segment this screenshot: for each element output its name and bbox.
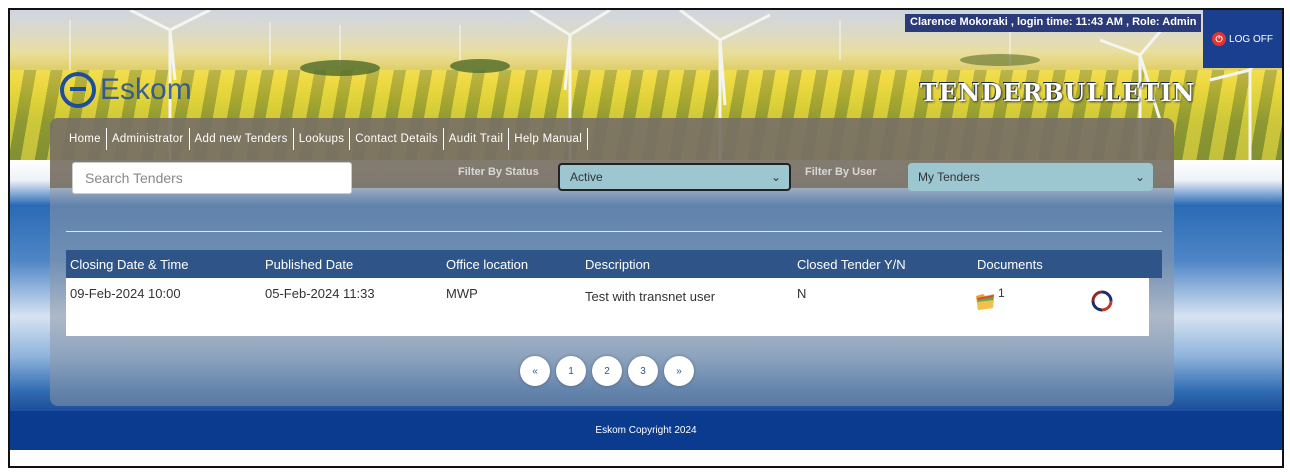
search-tenders-input[interactable] (72, 162, 352, 194)
nav-contact-details[interactable]: Contact Details (350, 128, 444, 150)
user-filter-value: My Tenders (918, 170, 980, 184)
page-title: TENDERBULLETIN (920, 78, 1196, 107)
divider (66, 231, 1162, 232)
user-filter-select[interactable]: My Tenders ⌄ (908, 163, 1153, 191)
refresh-icon[interactable] (1091, 290, 1113, 312)
table-row[interactable]: 09-Feb-2024 10:00 05-Feb-2024 11:33 MWP … (66, 278, 1149, 336)
main-nav: Home Administrator Add new Tenders Looku… (64, 124, 589, 154)
copyright-text: Eskom Copyright 2024 (595, 425, 697, 436)
nav-lookups[interactable]: Lookups (294, 128, 351, 150)
cell-published-date: 05-Feb-2024 11:33 (265, 286, 375, 301)
col-documents[interactable]: Documents (977, 257, 1043, 272)
cell-office-location: MWP (446, 286, 478, 301)
col-published-date[interactable]: Published Date (265, 257, 353, 272)
status-filter-value: Active (570, 170, 603, 184)
footer: Eskom Copyright 2024 (10, 408, 1282, 450)
logoff-label: LOG OFF (1229, 33, 1273, 45)
chevron-down-icon: ⌄ (770, 170, 781, 184)
filter-status-label: Filter By Status (458, 166, 539, 178)
nav-home[interactable]: Home (64, 128, 107, 150)
eskom-logo: Eskom (60, 72, 192, 108)
nav-add-new-tenders[interactable]: Add new Tenders (190, 128, 294, 150)
power-icon: ⏻ (1212, 32, 1227, 46)
col-office-location[interactable]: Office location (446, 257, 528, 272)
status-filter-select[interactable]: Active ⌄ (558, 163, 791, 191)
pagination: « 1 2 3 » (520, 356, 700, 386)
nav-audit-trail[interactable]: Audit Trail (444, 128, 510, 150)
cell-closing-date: 09-Feb-2024 10:00 (70, 286, 181, 301)
logoff-button[interactable]: ⏻ LOG OFF (1203, 10, 1282, 68)
user-session-info: Clarence Mokoraki , login time: 11:43 AM… (905, 14, 1202, 32)
logo-text: Eskom (100, 73, 192, 106)
nav-administrator[interactable]: Administrator (107, 128, 190, 150)
documents-count: 1 (998, 286, 1005, 300)
tenders-table: Closing Date & Time Published Date Offic… (66, 250, 1162, 336)
cell-description: Test with transnet user (585, 289, 716, 304)
cell-closed-tender: N (797, 286, 807, 301)
page-1-button[interactable]: 1 (556, 356, 586, 386)
page-3-button[interactable]: 3 (628, 356, 658, 386)
page-next-button[interactable]: » (664, 356, 694, 386)
page-2-button[interactable]: 2 (592, 356, 622, 386)
filter-user-label: Filter By User (805, 166, 877, 178)
col-description[interactable]: Description (585, 257, 650, 272)
folder-documents-icon[interactable] (974, 290, 996, 312)
app-frame: Eskom TENDERBULLETIN Clarence Mokoraki ,… (8, 8, 1284, 468)
nav-help-manual[interactable]: Help Manual (509, 128, 589, 150)
eskom-logo-icon (60, 72, 96, 108)
col-closed-tender[interactable]: Closed Tender Y/N (797, 257, 906, 272)
chevron-down-icon: ⌄ (1134, 170, 1145, 184)
page-prev-button[interactable]: « (520, 356, 550, 386)
table-header: Closing Date & Time Published Date Offic… (66, 250, 1162, 278)
col-closing-date[interactable]: Closing Date & Time (70, 257, 189, 272)
